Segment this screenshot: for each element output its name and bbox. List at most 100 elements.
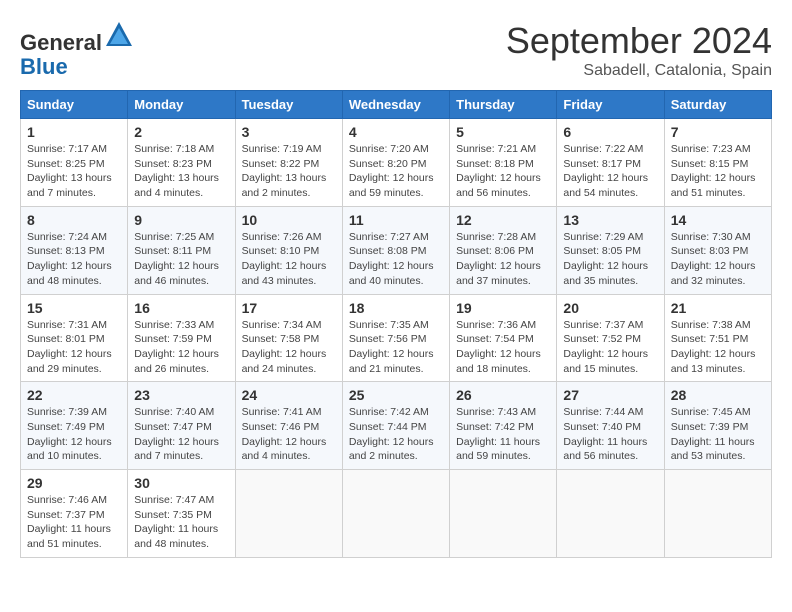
weekday-header-friday: Friday [557,91,664,119]
day-number: 22 [27,387,121,403]
day-number: 10 [242,212,336,228]
calendar-cell: 14Sunrise: 7:30 AM Sunset: 8:03 PM Dayli… [664,206,771,294]
day-number: 25 [349,387,443,403]
calendar-cell: 4 Sunrise: 7:20 AM Sunset: 8:20 PM Daylig… [342,119,449,207]
calendar-cell: 17 Sunrise: 7:34 AM Sunset: 7:58 PM Dayli… [235,294,342,382]
day-info: Sunrise: 7:36 AM Sunset: 7:54 PM Dayligh… [456,318,550,377]
weekday-header-sunday: Sunday [21,91,128,119]
day-info: Sunrise: 7:41 AM Sunset: 7:46 PM Dayligh… [242,405,336,464]
day-info: Sunrise: 7:21 AM Sunset: 8:18 PM Dayligh… [456,142,550,201]
day-number: 28 [671,387,765,403]
calendar-cell: 25 Sunrise: 7:42 AM Sunset: 7:44 PM Dayli… [342,382,449,470]
calendar-cell: 20 Sunrise: 7:37 AM Sunset: 7:52 PM Dayli… [557,294,664,382]
weekday-header-thursday: Thursday [450,91,557,119]
day-info: Sunrise: 7:39 AM Sunset: 7:49 PM Dayligh… [27,405,121,464]
day-number: 12 [456,212,550,228]
calendar-cell [450,470,557,558]
day-info: Sunrise: 7:25 AM Sunset: 8:11 PM Dayligh… [134,230,228,289]
title-block: September 2024 Sabadell, Catalonia, Spai… [506,20,772,80]
day-number: 9 [134,212,228,228]
day-info: Sunrise: 7:38 AM Sunset: 7:51 PM Dayligh… [671,318,765,377]
calendar-cell: 16Sunrise: 7:33 AM Sunset: 7:59 PM Dayli… [128,294,235,382]
logo-blue-text: Blue [20,54,68,79]
day-info: Sunrise: 7:45 AM Sunset: 7:39 PM Dayligh… [671,405,765,464]
weekday-header-wednesday: Wednesday [342,91,449,119]
calendar-cell: 24 Sunrise: 7:41 AM Sunset: 7:46 PM Dayli… [235,382,342,470]
calendar-cell: 12 Sunrise: 7:28 AM Sunset: 8:06 PM Dayli… [450,206,557,294]
day-number: 20 [563,300,657,316]
day-number: 13 [563,212,657,228]
calendar-cell: 22 Sunrise: 7:39 AM Sunset: 7:49 PM Dayli… [21,382,128,470]
day-number: 7 [671,124,765,140]
day-info: Sunrise: 7:23 AM Sunset: 8:15 PM Dayligh… [671,142,765,201]
day-number: 19 [456,300,550,316]
calendar-table: SundayMondayTuesdayWednesdayThursdayFrid… [20,90,772,558]
day-info: Sunrise: 7:31 AM Sunset: 8:01 PM Dayligh… [27,318,121,377]
day-number: 26 [456,387,550,403]
day-info: Sunrise: 7:18 AM Sunset: 8:23 PM Dayligh… [134,142,228,201]
day-number: 3 [242,124,336,140]
day-info: Sunrise: 7:47 AM Sunset: 7:35 PM Dayligh… [134,493,228,552]
day-number: 1 [27,124,121,140]
calendar-cell: 9 Sunrise: 7:25 AM Sunset: 8:11 PM Daylig… [128,206,235,294]
day-number: 14 [671,212,765,228]
day-info: Sunrise: 7:42 AM Sunset: 7:44 PM Dayligh… [349,405,443,464]
day-number: 23 [134,387,228,403]
weekday-header-tuesday: Tuesday [235,91,342,119]
calendar-cell: 26Sunrise: 7:43 AM Sunset: 7:42 PM Dayli… [450,382,557,470]
calendar-cell: 21 Sunrise: 7:38 AM Sunset: 7:51 PM Dayli… [664,294,771,382]
calendar-cell: 8 Sunrise: 7:24 AM Sunset: 8:13 PM Daylig… [21,206,128,294]
day-info: Sunrise: 7:33 AM Sunset: 7:59 PM Dayligh… [134,318,228,377]
day-number: 18 [349,300,443,316]
day-info: Sunrise: 7:34 AM Sunset: 7:58 PM Dayligh… [242,318,336,377]
logo-general-text: General [20,30,102,55]
day-number: 21 [671,300,765,316]
calendar-cell: 2 Sunrise: 7:18 AM Sunset: 8:23 PM Daylig… [128,119,235,207]
day-info: Sunrise: 7:27 AM Sunset: 8:08 PM Dayligh… [349,230,443,289]
calendar-cell: 1 Sunrise: 7:17 AM Sunset: 8:25 PM Daylig… [21,119,128,207]
weekday-header-saturday: Saturday [664,91,771,119]
day-info: Sunrise: 7:29 AM Sunset: 8:05 PM Dayligh… [563,230,657,289]
calendar-cell: 6Sunrise: 7:22 AM Sunset: 8:17 PM Daylig… [557,119,664,207]
calendar-cell: 29Sunrise: 7:46 AM Sunset: 7:37 PM Dayli… [21,470,128,558]
day-info: Sunrise: 7:28 AM Sunset: 8:06 PM Dayligh… [456,230,550,289]
calendar-cell: 3 Sunrise: 7:19 AM Sunset: 8:22 PM Daylig… [235,119,342,207]
calendar-cell: 13 Sunrise: 7:29 AM Sunset: 8:05 PM Dayli… [557,206,664,294]
day-number: 4 [349,124,443,140]
calendar-cell: 18 Sunrise: 7:35 AM Sunset: 7:56 PM Dayli… [342,294,449,382]
day-info: Sunrise: 7:17 AM Sunset: 8:25 PM Dayligh… [27,142,121,201]
day-info: Sunrise: 7:19 AM Sunset: 8:22 PM Dayligh… [242,142,336,201]
calendar-cell: 15 Sunrise: 7:31 AM Sunset: 8:01 PM Dayli… [21,294,128,382]
day-info: Sunrise: 7:24 AM Sunset: 8:13 PM Dayligh… [27,230,121,289]
day-info: Sunrise: 7:26 AM Sunset: 8:10 PM Dayligh… [242,230,336,289]
day-info: Sunrise: 7:37 AM Sunset: 7:52 PM Dayligh… [563,318,657,377]
day-info: Sunrise: 7:40 AM Sunset: 7:47 PM Dayligh… [134,405,228,464]
day-number: 8 [27,212,121,228]
day-info: Sunrise: 7:35 AM Sunset: 7:56 PM Dayligh… [349,318,443,377]
day-number: 5 [456,124,550,140]
day-number: 27 [563,387,657,403]
day-number: 15 [27,300,121,316]
weekday-header-monday: Monday [128,91,235,119]
month-title: September 2024 [506,20,772,62]
calendar-cell: 28 Sunrise: 7:45 AM Sunset: 7:39 PM Dayli… [664,382,771,470]
day-number: 17 [242,300,336,316]
day-number: 11 [349,212,443,228]
location-title: Sabadell, Catalonia, Spain [506,62,772,80]
day-info: Sunrise: 7:22 AM Sunset: 8:17 PM Dayligh… [563,142,657,201]
calendar-cell: 27 Sunrise: 7:44 AM Sunset: 7:40 PM Dayli… [557,382,664,470]
day-info: Sunrise: 7:20 AM Sunset: 8:20 PM Dayligh… [349,142,443,201]
logo: General Blue [20,20,134,79]
logo-icon [104,20,134,50]
calendar-cell: 5 Sunrise: 7:21 AM Sunset: 8:18 PM Daylig… [450,119,557,207]
day-number: 29 [27,475,121,491]
calendar-cell [235,470,342,558]
day-number: 2 [134,124,228,140]
day-number: 24 [242,387,336,403]
calendar-cell: 7 Sunrise: 7:23 AM Sunset: 8:15 PM Daylig… [664,119,771,207]
calendar-cell: 19 Sunrise: 7:36 AM Sunset: 7:54 PM Dayli… [450,294,557,382]
day-info: Sunrise: 7:44 AM Sunset: 7:40 PM Dayligh… [563,405,657,464]
calendar-cell: 30Sunrise: 7:47 AM Sunset: 7:35 PM Dayli… [128,470,235,558]
calendar-cell: 10 Sunrise: 7:26 AM Sunset: 8:10 PM Dayli… [235,206,342,294]
calendar-cell [664,470,771,558]
